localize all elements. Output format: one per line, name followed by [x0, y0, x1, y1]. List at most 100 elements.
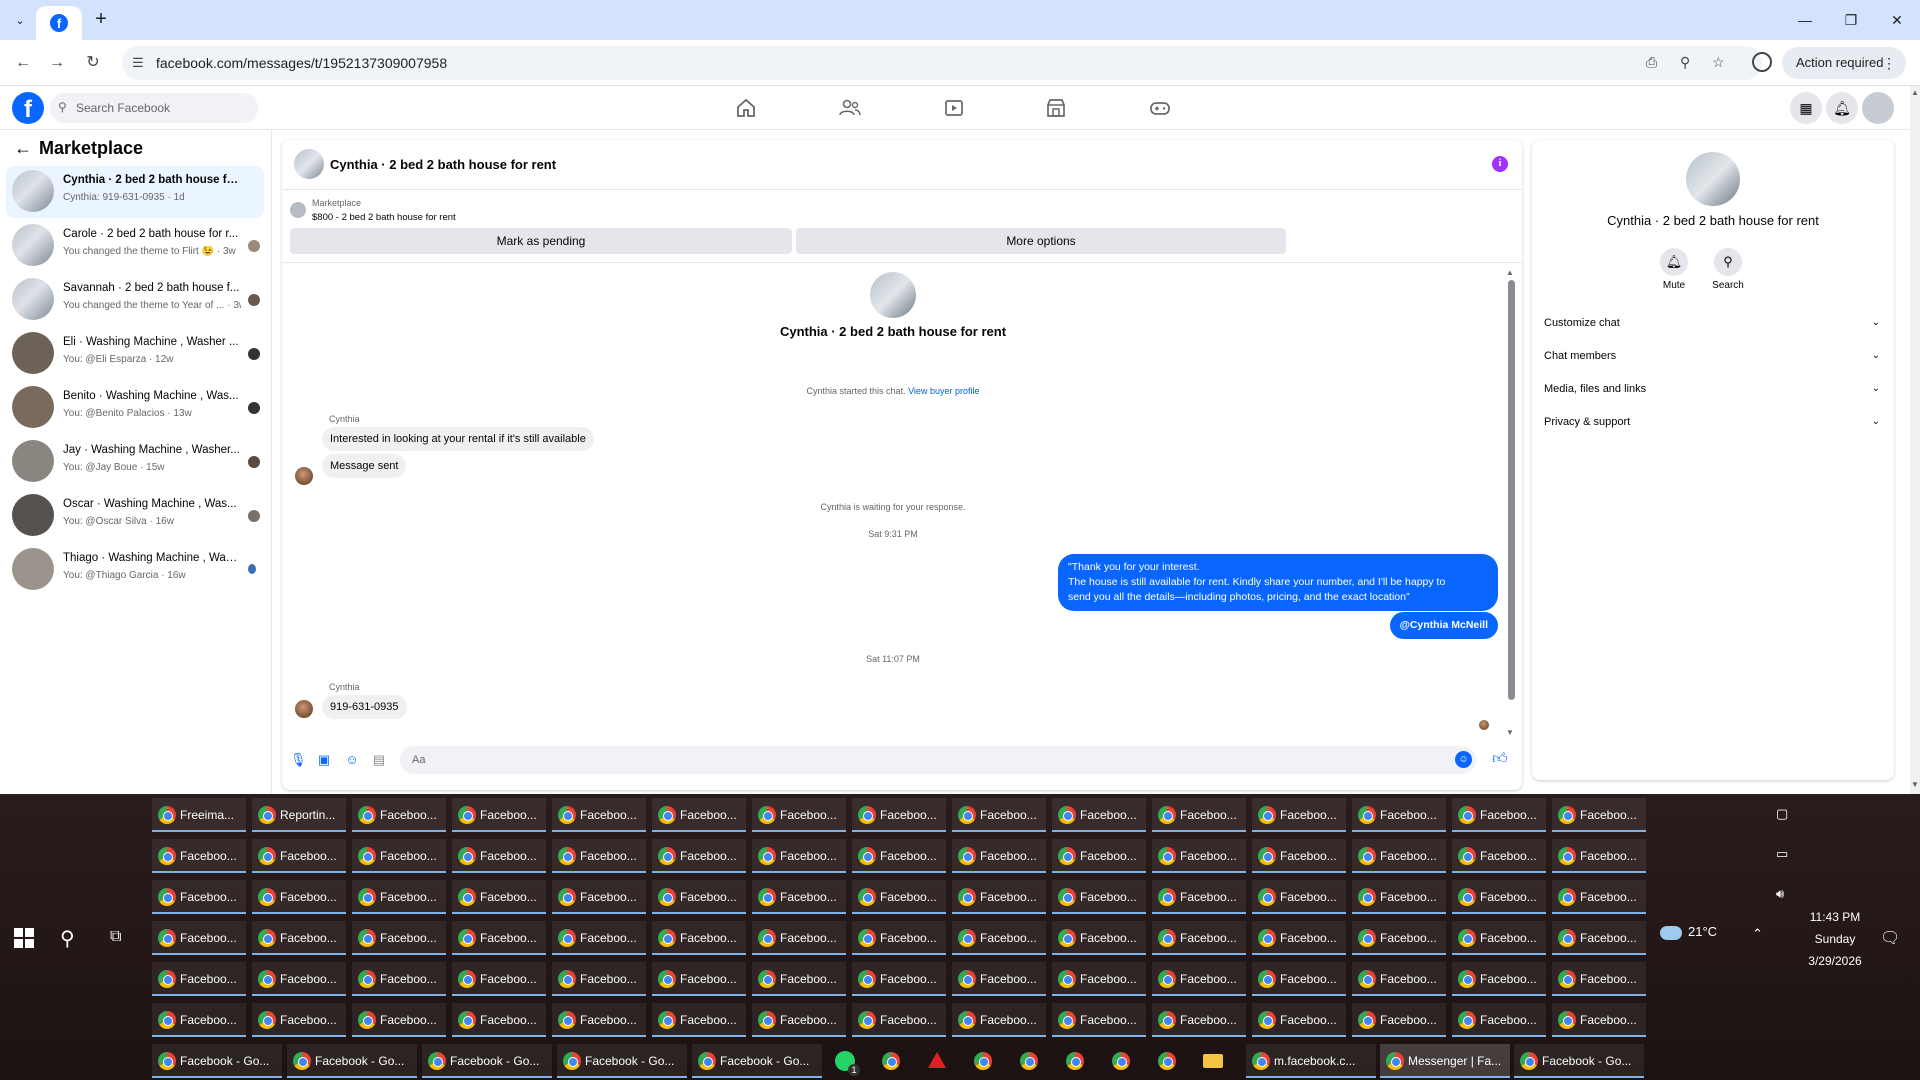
page-scrollbar[interactable]: ▲ ▼ — [1910, 86, 1920, 794]
taskbar-window-button[interactable]: Faceboo... — [552, 880, 646, 914]
menu-grid-icon[interactable]: ▦ — [1790, 92, 1822, 124]
customize-chat-row[interactable]: Customize chat ⌄ — [1544, 308, 1884, 338]
taskbar-window-button[interactable]: Faceboo... — [1052, 880, 1146, 914]
taskbar-window-button[interactable]: Faceboo... — [252, 921, 346, 955]
taskbar-window-button[interactable]: Facebook - Go... — [152, 1044, 282, 1078]
microphone-icon[interactable]: 🎙︎ — [290, 752, 307, 768]
action-required-button[interactable]: Action required ⋮ — [1782, 47, 1906, 79]
chat-title[interactable]: Cynthia · 2 bed 2 bath house for rent — [330, 157, 556, 172]
taskbar-window-button[interactable]: Faceboo... — [1052, 839, 1146, 873]
display-icon[interactable]: ▭ — [1776, 846, 1788, 862]
taskbar-window-button[interactable]: Faceboo... — [1452, 1003, 1546, 1037]
profile-icon[interactable] — [1752, 52, 1772, 72]
chat-members-row[interactable]: Chat members ⌄ — [1544, 341, 1884, 371]
taskbar-window-button[interactable]: Faceboo... — [752, 962, 846, 996]
taskbar-window-button[interactable]: Faceboo... — [1152, 921, 1246, 955]
scroll-down-icon[interactable]: ▼ — [1911, 780, 1919, 789]
taskbar-window-button[interactable]: Faceboo... — [1152, 880, 1246, 914]
chrome-icon[interactable] — [1150, 1044, 1184, 1078]
scroll-thumb[interactable] — [1508, 280, 1515, 700]
volume-icon[interactable]: 🔊︎ — [1776, 886, 1784, 902]
chrome-icon[interactable] — [1104, 1044, 1138, 1078]
mark-as-pending-button[interactable]: Mark as pending — [290, 228, 792, 254]
media-files-links-row[interactable]: Media, files and links ⌄ — [1544, 374, 1884, 404]
video-icon[interactable] — [942, 96, 966, 120]
taskbar-window-button[interactable]: Faceboo... — [152, 962, 246, 996]
chrome-icon[interactable] — [1012, 1044, 1046, 1078]
incoming-message[interactable]: 919-631-0935 — [322, 695, 407, 719]
taskbar-window-button[interactable]: Faceboo... — [252, 1003, 346, 1037]
taskbar-window-button[interactable]: Faceboo... — [352, 880, 446, 914]
taskbar-window-button[interactable]: Faceboo... — [952, 798, 1046, 832]
info-icon[interactable]: i — [1492, 156, 1508, 172]
taskbar-window-button[interactable]: Faceboo... — [1252, 921, 1346, 955]
taskbar-window-button[interactable]: Faceboo... — [752, 921, 846, 955]
message-input[interactable]: Aa ☺ — [400, 746, 1476, 774]
avatar[interactable] — [294, 149, 324, 179]
taskbar-window-button[interactable]: Faceboo... — [1152, 962, 1246, 996]
taskbar-window-button[interactable]: Faceboo... — [1352, 839, 1446, 873]
chrome-icon[interactable] — [966, 1044, 1000, 1078]
search-button[interactable]: ⚲ Search — [1698, 248, 1758, 291]
back-arrow-icon[interactable]: ← — [14, 138, 34, 159]
taskbar-window-button[interactable]: Faceboo... — [552, 962, 646, 996]
taskbar-window-button[interactable]: Faceboo... — [1552, 962, 1646, 996]
facebook-search-input[interactable]: ⚲ Search Facebook — [50, 93, 258, 123]
taskbar-window-button[interactable]: Faceboo... — [452, 1003, 546, 1037]
taskbar-window-button[interactable]: Faceboo... — [1052, 1003, 1146, 1037]
taskbar-window-button[interactable]: Faceboo... — [1452, 921, 1546, 955]
task-view-icon[interactable]: ⧉ — [110, 928, 121, 946]
taskbar-window-button[interactable]: Faceboo... — [452, 839, 546, 873]
taskbar-window-button[interactable]: Faceboo... — [352, 1003, 446, 1037]
taskbar-window-button[interactable]: Faceboo... — [252, 880, 346, 914]
taskbar-window-button[interactable]: m.facebook.c... — [1246, 1044, 1376, 1078]
omnibox[interactable]: ☰ facebook.com/messages/t/19521373090079… — [122, 46, 1762, 80]
taskbar-window-button[interactable]: Faceboo... — [952, 962, 1046, 996]
taskbar-window-button[interactable]: Faceboo... — [1552, 1003, 1646, 1037]
incoming-message[interactable]: Message sent — [322, 454, 407, 478]
taskbar-window-button[interactable]: Faceboo... — [452, 921, 546, 955]
taskbar-window-button[interactable]: Faceboo... — [652, 839, 746, 873]
weather-widget[interactable]: 21°C — [1660, 924, 1717, 940]
gaming-icon[interactable] — [1148, 96, 1172, 120]
taskbar-window-button[interactable]: Faceboo... — [1452, 962, 1546, 996]
forward-button[interactable]: → — [44, 50, 70, 76]
taskbar-window-button[interactable]: Faceboo... — [552, 798, 646, 832]
taskbar-window-button[interactable]: Faceboo... — [752, 839, 846, 873]
more-options-button[interactable]: More options — [796, 228, 1286, 254]
windows-start-icon[interactable] — [14, 928, 34, 948]
taskbar-window-button[interactable]: Faceboo... — [452, 962, 546, 996]
taskbar-window-button[interactable]: Facebook - Go... — [1514, 1044, 1644, 1078]
taskbar-window-button[interactable]: Faceboo... — [1352, 1003, 1446, 1037]
conversation-item[interactable]: Cynthia · 2 bed 2 bath house for re... C… — [6, 166, 264, 218]
outgoing-message[interactable]: "Thank you for your interest. The house … — [1058, 554, 1498, 611]
emoji-icon[interactable]: ☺ — [1455, 751, 1472, 768]
adobe-icon[interactable] — [920, 1044, 954, 1078]
back-button[interactable]: ← — [10, 50, 36, 76]
taskbar-window-button[interactable]: Faceboo... — [152, 1003, 246, 1037]
taskbar-window-button[interactable]: Facebook - Go... — [692, 1044, 822, 1078]
taskbar-window-button[interactable]: Faceboo... — [1452, 798, 1546, 832]
taskbar-window-button[interactable]: Faceboo... — [1252, 880, 1346, 914]
view-buyer-profile-link[interactable]: View buyer profile — [908, 386, 979, 396]
url-text[interactable]: facebook.com/messages/t/1952137309007958 — [156, 55, 447, 71]
chrome-icon[interactable] — [1058, 1044, 1092, 1078]
taskbar-window-button[interactable]: Faceboo... — [652, 798, 746, 832]
search-icon[interactable]: ⚲ — [60, 926, 75, 951]
taskbar-window-button[interactable]: Faceboo... — [552, 921, 646, 955]
taskbar-window-button[interactable]: Faceboo... — [452, 798, 546, 832]
folder-icon[interactable] — [1196, 1044, 1230, 1078]
tab-search-dropdown[interactable]: ⌄ — [10, 10, 30, 30]
outgoing-mention[interactable]: @Cynthia McNeill — [1389, 612, 1498, 639]
minimize-button[interactable]: — — [1792, 8, 1818, 32]
home-icon[interactable] — [734, 96, 758, 120]
taskbar-window-button[interactable]: Faceboo... — [352, 839, 446, 873]
taskbar-window-button[interactable]: Faceboo... — [1352, 880, 1446, 914]
bookmark-star-icon[interactable]: ☆ — [1712, 54, 1725, 71]
taskbar-window-button[interactable]: Faceboo... — [1052, 921, 1146, 955]
contact-avatar[interactable] — [870, 272, 916, 318]
taskbar-window-button[interactable]: Faceboo... — [652, 880, 746, 914]
taskbar-window-button[interactable]: Faceboo... — [1252, 839, 1346, 873]
zoom-icon[interactable]: ⚲ — [1680, 54, 1690, 71]
meet-now-icon[interactable]: ▢ — [1776, 806, 1788, 822]
